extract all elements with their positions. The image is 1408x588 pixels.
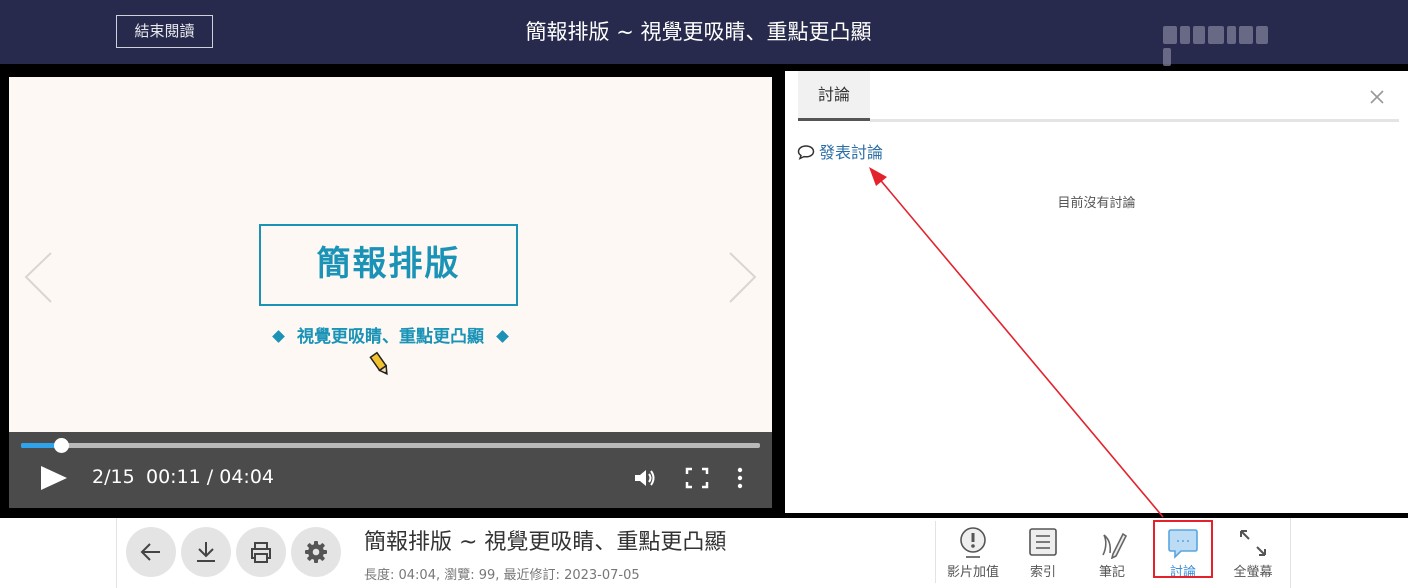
index-button[interactable]: 索引: [1012, 527, 1074, 581]
gear-icon: [305, 541, 327, 563]
speech-bubble-icon: [797, 145, 815, 160]
video-player[interactable]: 簡報排版 視覺更吸睛、重點更凸顯 2/15 00:11 / 04:04: [9, 77, 772, 508]
tool-label: 索引: [1029, 565, 1056, 580]
close-icon[interactable]: [1369, 89, 1385, 105]
list-icon: [1029, 528, 1057, 556]
printer-icon: [251, 542, 271, 563]
progress-track[interactable]: [21, 438, 760, 453]
page-indicator: 2/15: [92, 466, 135, 488]
top-bar: 結束閱讀 簡報排版 ~ 視覺更吸睛、重點更凸顯: [0, 0, 1408, 66]
pencil-icon: [369, 351, 388, 376]
annotation-highlight-box: [1153, 520, 1213, 578]
expand-icon: [1240, 530, 1266, 556]
back-button[interactable]: [126, 527, 176, 577]
fullscreen-icon[interactable]: [685, 467, 709, 489]
pen-icon: [1102, 532, 1127, 559]
tab-underline: [870, 119, 1399, 122]
slide-subheading-row: 視覺更吸睛、重點更凸顯: [9, 322, 772, 347]
arrow-left-icon: [140, 543, 160, 561]
fullscreen-button[interactable]: 全螢幕: [1222, 527, 1284, 581]
diamond-icon: [496, 329, 509, 343]
slide-subheading: 視覺更吸睛、重點更凸顯: [297, 327, 484, 347]
notes-button[interactable]: 筆記: [1081, 527, 1143, 581]
bottom-toolbar-inner: 簡報排版 ~ 視覺更吸睛、重點更凸顯 長度: 04:04, 瀏覽: 99, 最近…: [116, 518, 1291, 588]
print-button[interactable]: [236, 527, 286, 577]
download-button[interactable]: [181, 527, 231, 577]
post-discussion-label: 發表討論: [819, 143, 884, 162]
volume-icon[interactable]: [633, 467, 657, 489]
tab-discussion[interactable]: 討論: [798, 71, 870, 121]
alert-circle-icon: [960, 527, 986, 558]
tool-label: 影片加值: [946, 565, 999, 580]
more-options-icon[interactable]: [728, 467, 752, 489]
previous-slide-arrow-icon[interactable]: [22, 250, 56, 305]
progress-handle[interactable]: [53, 438, 69, 453]
time-display: 00:11 / 04:04: [146, 466, 274, 488]
discussion-panel: 討論 發表討論 目前沒有討論: [785, 71, 1408, 513]
slide-canvas[interactable]: 簡報排版 視覺更吸睛、重點更凸顯: [9, 77, 772, 432]
tool-label: 全螢幕: [1233, 565, 1273, 580]
player-controls: 2/15 00:11 / 04:04: [9, 432, 772, 508]
diamond-icon: [272, 329, 285, 343]
tool-label: 筆記: [1098, 565, 1125, 580]
slide-heading: 簡報排版: [259, 224, 518, 306]
settings-button[interactable]: [291, 527, 341, 577]
post-discussion-link[interactable]: 發表討論: [797, 139, 883, 163]
empty-state-text: 目前沒有討論: [1057, 196, 1136, 211]
download-icon: [197, 542, 215, 562]
toolbar-divider: [935, 521, 936, 583]
video-enhance-button[interactable]: 影片加值: [942, 527, 1004, 581]
next-slide-arrow-icon[interactable]: [725, 250, 759, 305]
user-name-redacted: [1163, 26, 1277, 66]
document-title: 簡報排版 ~ 視覺更吸睛、重點更凸顯: [364, 530, 727, 555]
play-icon[interactable]: [39, 465, 69, 491]
document-meta: 長度: 04:04, 瀏覽: 99, 最近修訂: 2023-07-05: [364, 568, 640, 583]
